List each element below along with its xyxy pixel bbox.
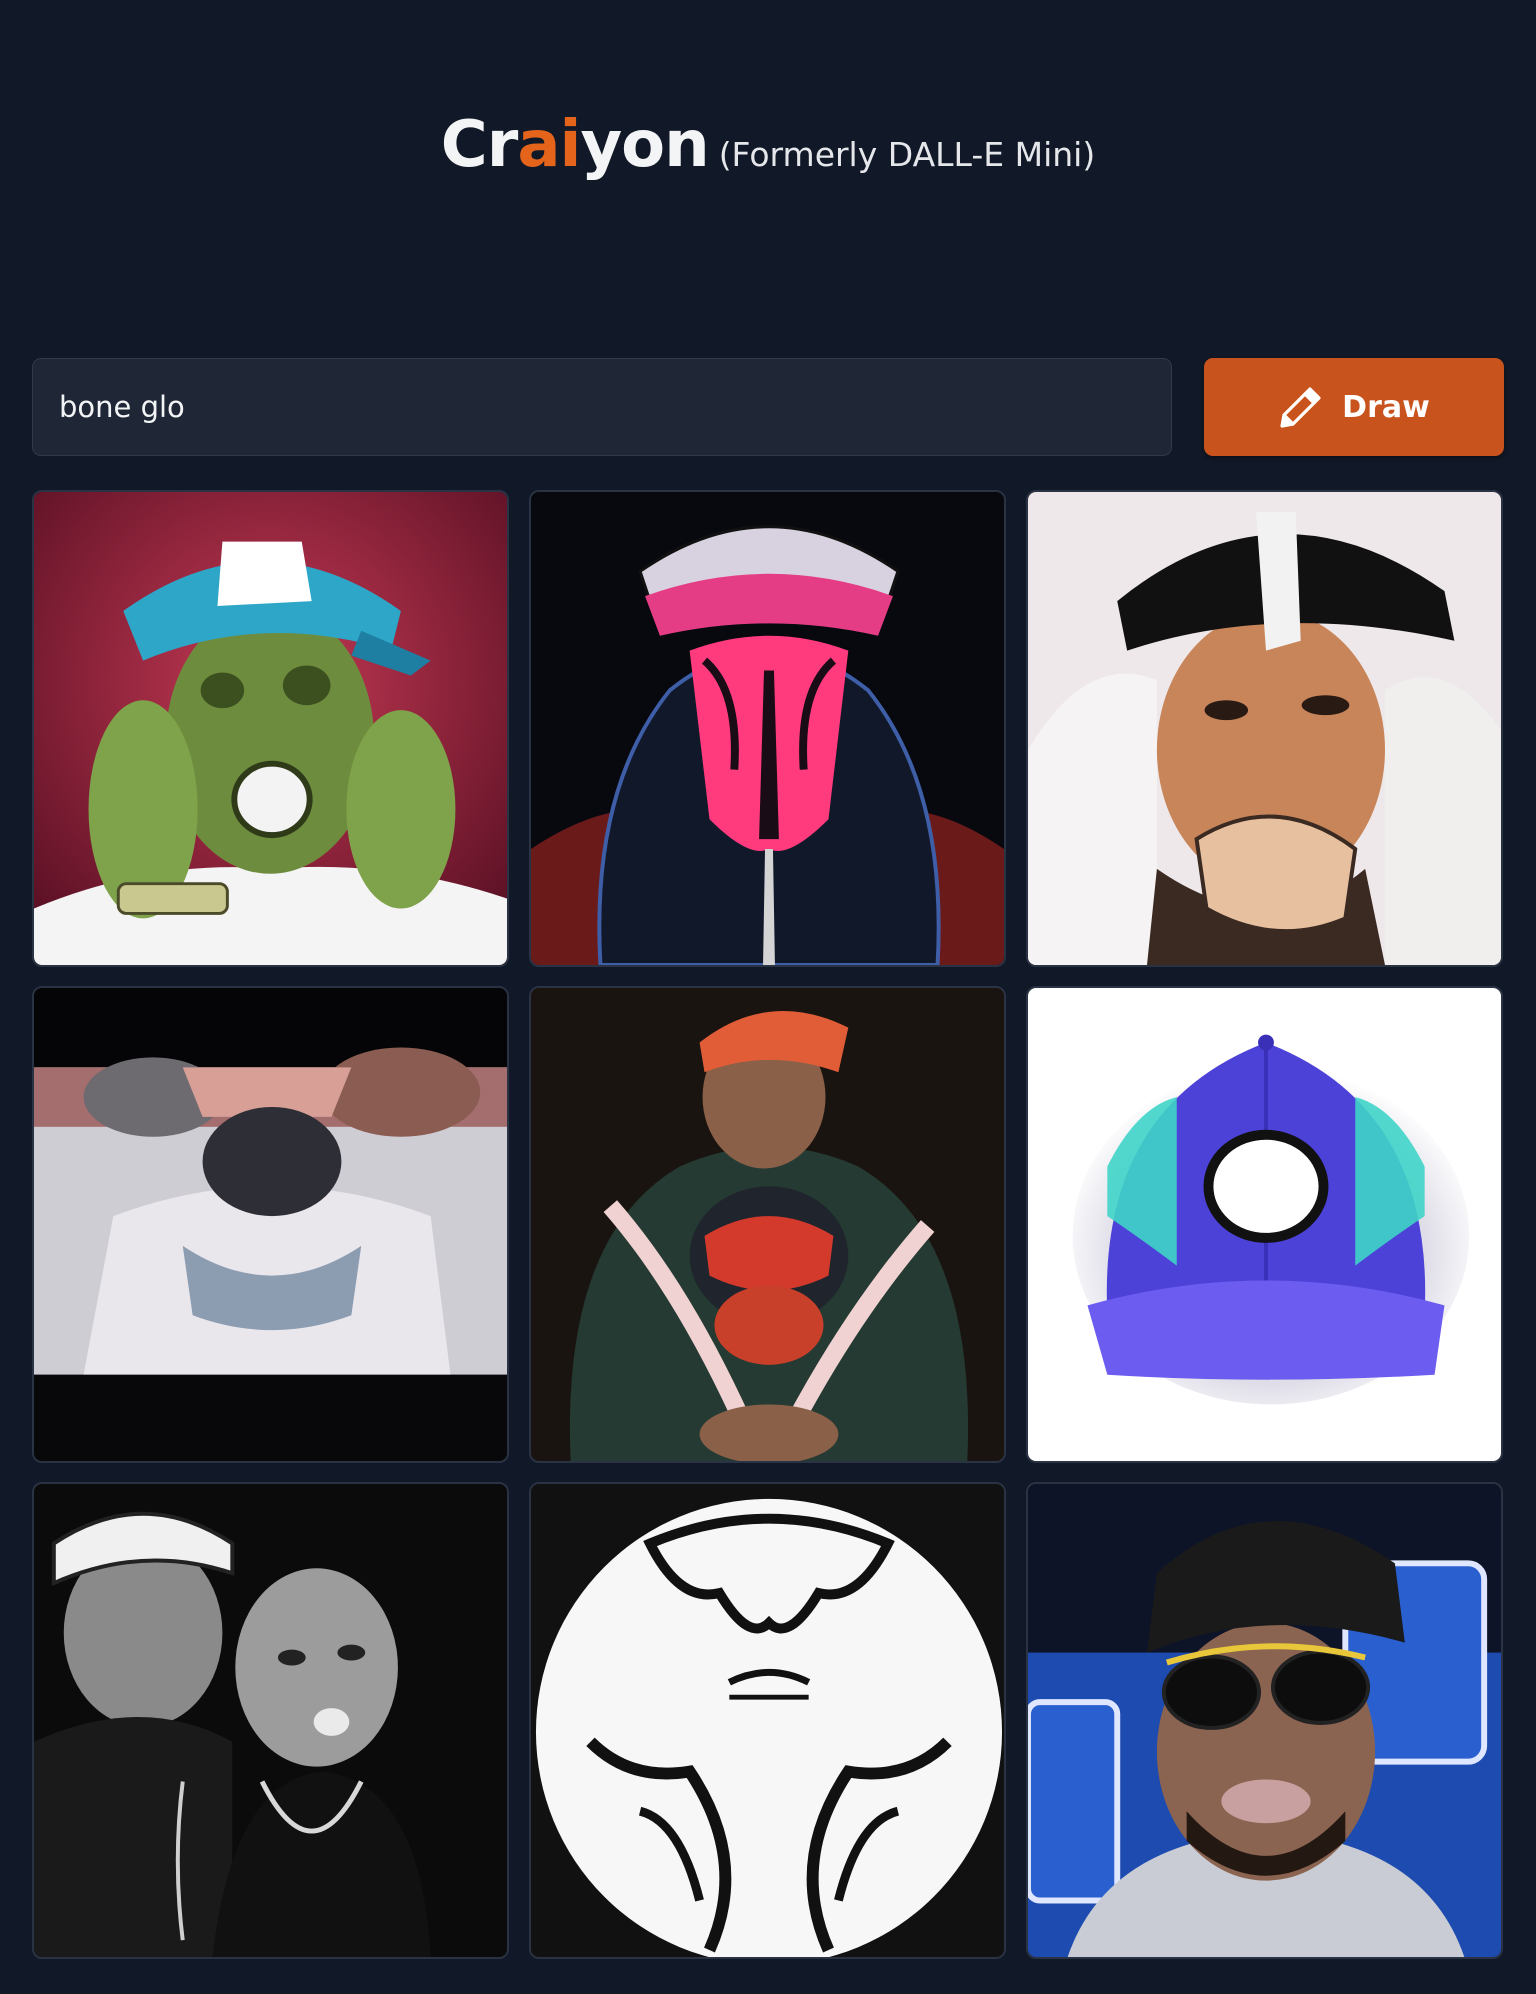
brand-text-accent: ai xyxy=(517,108,581,182)
brand-logo[interactable]: Craiyon xyxy=(440,108,710,182)
brand-text-start: Cr xyxy=(440,108,519,182)
result-image-1-art xyxy=(34,492,507,965)
result-image-1[interactable] xyxy=(32,490,509,967)
prompt-input[interactable] xyxy=(32,358,1172,456)
draw-button-label: Draw xyxy=(1342,389,1430,425)
result-image-3[interactable] xyxy=(1026,490,1503,967)
result-image-4[interactable] xyxy=(32,986,509,1463)
page-title: Craiyon (Formerly DALL-E Mini) xyxy=(0,108,1536,182)
result-image-6-art xyxy=(1028,988,1501,1461)
result-image-2-art xyxy=(531,492,1004,965)
result-image-7[interactable] xyxy=(32,1482,509,1959)
brand-text-end: yon xyxy=(580,108,709,182)
result-image-5[interactable] xyxy=(529,986,1006,1463)
result-image-3-art xyxy=(1028,492,1501,965)
brand-subtitle: (Formerly DALL-E Mini) xyxy=(718,135,1096,174)
result-image-9[interactable] xyxy=(1026,1482,1503,1959)
result-image-4-art xyxy=(34,988,507,1461)
result-image-2[interactable] xyxy=(529,490,1006,967)
result-image-5-art xyxy=(531,988,1004,1461)
result-image-9-art xyxy=(1028,1484,1501,1957)
results-grid xyxy=(32,490,1504,1959)
result-image-8[interactable] xyxy=(529,1482,1006,1959)
pencil-icon xyxy=(1278,384,1324,430)
prompt-bar: Draw xyxy=(32,358,1504,458)
result-image-8-art xyxy=(531,1484,1004,1957)
result-image-6[interactable] xyxy=(1026,986,1503,1463)
result-image-7-art xyxy=(34,1484,507,1957)
draw-button[interactable]: Draw xyxy=(1204,358,1504,456)
